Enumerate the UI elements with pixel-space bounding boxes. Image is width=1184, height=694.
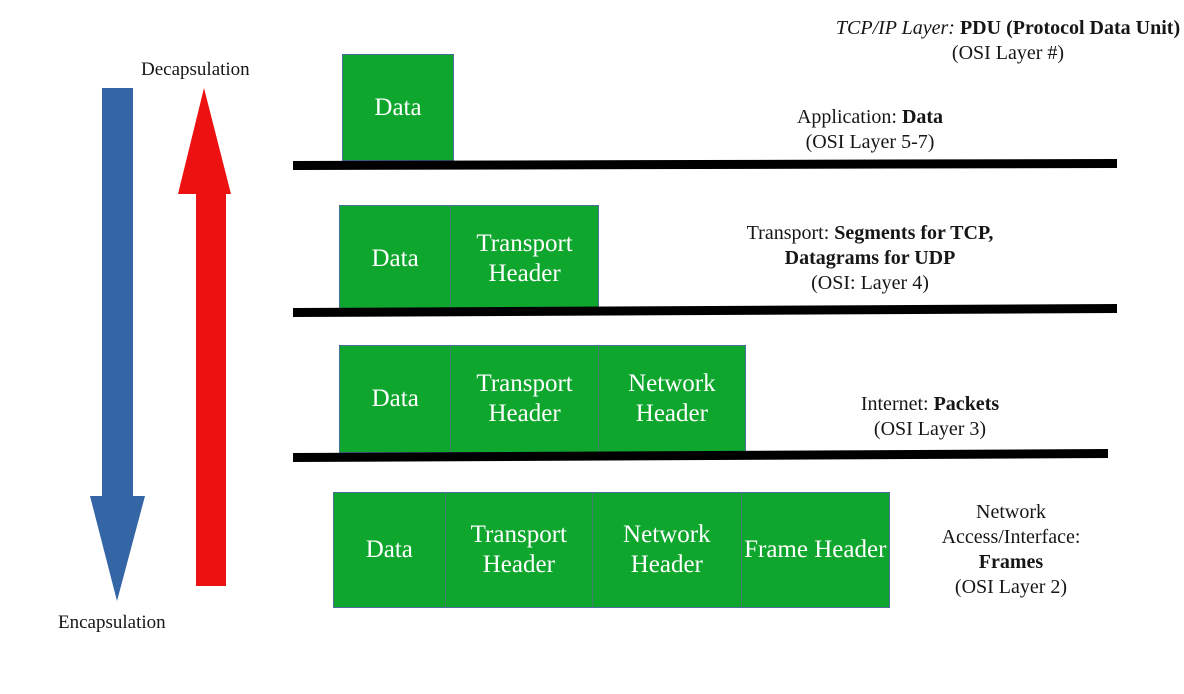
pdu-cell-frame-header: Frame Header	[740, 493, 889, 607]
decapsulation-arrow-shaft	[196, 193, 226, 586]
layer-label-transport: Transport: Segments for TCP, Datagrams f…	[700, 221, 1040, 296]
layer-name-network-access-line1: Network	[976, 501, 1046, 523]
layer-label-application-line1: Application: Data	[700, 105, 1040, 130]
layer-name-internet: Internet:	[860, 393, 929, 415]
header-pdu-label: PDU (Protocol Data Unit)	[959, 17, 1181, 39]
layer-label-internet-line1: Internet: Packets	[820, 392, 1040, 417]
pdu-cell-transport-header: Transport Header	[450, 206, 598, 311]
layer-name-network-access-line2: Access/Interface:	[941, 526, 1081, 548]
pdu-row-network-access: Data Transport Header Network Header Fra…	[333, 492, 890, 608]
diagram-header-line1: TCP/IP Layer: PDU (Protocol Data Unit)	[622, 16, 1184, 41]
layer-pdu-transport-line2: Datagrams for UDP	[784, 247, 956, 269]
pdu-row-transport: Data Transport Header	[339, 205, 599, 312]
encapsulation-arrow-head	[90, 496, 145, 601]
layer-pdu-internet: Packets	[933, 393, 1000, 415]
encapsulation-caption: Encapsulation	[58, 612, 166, 633]
diagram-header-line2: (OSI Layer #)	[951, 42, 1065, 64]
pdu-cell-transport-header: Transport Header	[450, 346, 598, 452]
pdu-cell-data: Data	[334, 493, 445, 607]
layer-pdu-network-access: Frames	[978, 551, 1044, 573]
layer-pdu-transport: Segments for TCP,	[834, 222, 994, 244]
decapsulation-arrow-head	[178, 88, 231, 194]
decapsulation-caption: Decapsulation	[141, 59, 250, 80]
layer-label-network-access: Network Access/Interface: Frames (OSI La…	[901, 500, 1121, 600]
layer-label-transport-line1: Transport: Segments for TCP,	[700, 221, 1040, 246]
pdu-cell-transport-header: Transport Header	[444, 493, 593, 607]
layer-osi-network-access: (OSI Layer 2)	[954, 576, 1068, 598]
pdu-cell-network-header: Network Header	[597, 346, 746, 452]
pdu-row-application: Data	[342, 54, 454, 161]
header-tcpip-label: TCP/IP Layer:	[835, 17, 955, 39]
layer-divider-bar-1	[293, 159, 1117, 170]
layer-label-internet: Internet: Packets (OSI Layer 3)	[820, 392, 1040, 442]
pdu-cell-data: Data	[340, 346, 451, 452]
layer-osi-application: (OSI Layer 5-7)	[805, 131, 935, 153]
layer-name-transport: Transport:	[746, 222, 830, 244]
layer-osi-transport: (OSI: Layer 4)	[811, 272, 929, 294]
encapsulation-arrow-shaft	[102, 88, 133, 498]
pdu-cell-data: Data	[343, 55, 453, 160]
encapsulation-diagram: TCP/IP Layer: PDU (Protocol Data Unit) (…	[0, 0, 1184, 694]
diagram-header: TCP/IP Layer: PDU (Protocol Data Unit) (…	[622, 16, 1180, 66]
layer-osi-internet: (OSI Layer 3)	[873, 418, 987, 440]
layer-pdu-application: Data	[901, 106, 944, 128]
pdu-cell-data: Data	[340, 206, 451, 311]
pdu-cell-network-header: Network Header	[592, 493, 741, 607]
layer-label-application: Application: Data (OSI Layer 5-7)	[700, 105, 1040, 155]
pdu-row-internet: Data Transport Header Network Header	[339, 345, 746, 453]
layer-name-application: Application:	[796, 106, 897, 128]
